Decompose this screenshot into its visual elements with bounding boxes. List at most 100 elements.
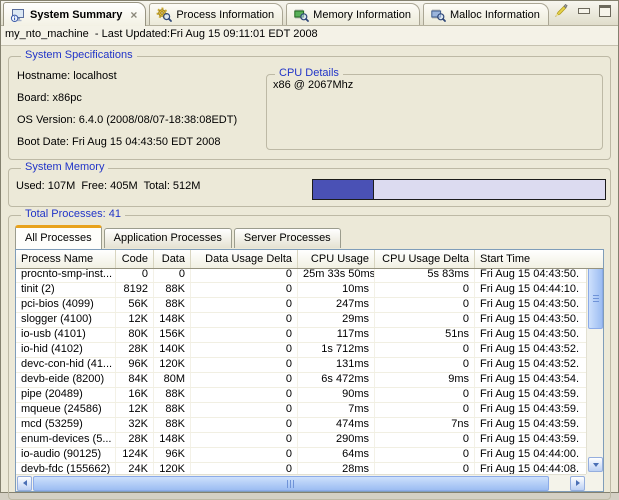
table-cell: Fri Aug 15 04:43:50. [475,328,586,342]
tab-label: Process Information [176,9,274,21]
table-cell: 9ms [375,373,475,387]
table-row[interactable]: procnto-smp-inst...00025m 33s 50ms5s 83m… [16,268,586,283]
malloc-information-icon [430,7,446,23]
vertical-scrollbar-thumb[interactable] [588,267,603,329]
tab-memory-information[interactable]: Memory Information [286,3,420,25]
table-cell: 0 [191,298,298,312]
system-memory-group: System Memory Used: 107M Free: 405M Tota… [8,168,611,207]
table-row[interactable]: devb-eide (8200)84K80M06s 472ms9msFri Au… [16,373,586,388]
highlighter-icon[interactable] [553,3,569,19]
table-cell: 0 [191,373,298,387]
table-cell: 10ms [298,283,375,297]
table-cell: 0 [375,388,475,402]
table-cell: Fri Aug 15 04:43:52. [475,358,586,372]
table-cell: Fri Aug 15 04:43:59. [475,418,586,432]
table-cell: 64ms [298,448,375,462]
table-cell: Fri Aug 15 04:44:00. [475,448,586,462]
table-cell: io-audio (90125) [16,448,116,462]
table-cell: Fri Aug 15 04:43:50. [475,313,586,327]
table-cell: Fri Aug 15 04:43:52. [475,343,586,357]
tab-label: Memory Information [313,9,411,21]
table-cell: 29ms [298,313,375,327]
table-cell: 124K [116,448,154,462]
table-cell: enum-devices (5... [16,433,116,447]
maximize-icon[interactable] [599,5,611,17]
scroll-down-button[interactable] [588,457,603,472]
table-row[interactable]: io-hid (4102)28K140K01s 712ms0Fri Aug 15… [16,343,586,358]
table-cell: 0 [191,433,298,447]
close-icon[interactable]: × [130,10,137,20]
horizontal-scrollbar-thumb[interactable] [33,476,549,491]
hostname-value: Hostname: localhost [17,70,117,82]
column-header-code[interactable]: Code [116,250,154,268]
column-header-data-usage-delta[interactable]: Data Usage Delta [191,250,298,268]
table-cell: 7ms [298,403,375,417]
horizontal-scrollbar[interactable] [16,474,586,491]
table-cell: 148K [154,433,191,447]
table-cell: 88K [154,418,191,432]
table-cell: 24K [116,463,154,474]
table-cell: 51ns [375,328,475,342]
column-header-cpu-usage-delta[interactable]: CPU Usage Delta [375,250,475,268]
cpu-details-group: CPU Details x86 @ 2067Mhz [266,74,603,150]
column-header-start-time[interactable]: Start Time [475,250,603,268]
table-cell: 28K [116,433,154,447]
table-cell: 0 [375,463,475,474]
table-cell: 28K [116,343,154,357]
tab-malloc-information[interactable]: Malloc Information [423,3,549,25]
table-cell: Fri Aug 15 04:43:59. [475,433,586,447]
table-row[interactable]: pci-bios (4099)56K88K0247ms0Fri Aug 15 0… [16,298,586,313]
table-cell: Fri Aug 15 04:44:10. [475,283,586,297]
table-cell: 0 [191,388,298,402]
table-cell: 32K [116,418,154,432]
process-tab-bar: All Processes Application Processes Serv… [15,226,610,248]
column-header-cpu-usage[interactable]: CPU Usage [298,250,375,268]
vertical-scrollbar[interactable] [586,250,603,474]
memory-usage-bar-fill [313,180,374,199]
tab-system-summary[interactable]: System Summary × [3,2,146,26]
table-cell: 131ms [298,358,375,372]
table-cell: 247ms [298,298,375,312]
process-information-icon [156,7,172,23]
table-cell: 0 [191,418,298,432]
column-header-process-name[interactable]: Process Name [16,250,116,268]
table-row[interactable]: enum-devices (5...28K148K0290ms0Fri Aug … [16,433,586,448]
table-cell: 117ms [298,328,375,342]
table-cell: 148K [154,313,191,327]
table-row[interactable]: devb-fdc (155662)24K120K028ms0Fri Aug 15… [16,463,586,474]
table-row[interactable]: tinit (2)819288K010ms0Fri Aug 15 04:44:1… [16,283,586,298]
table-cell: mcd (53259) [16,418,116,432]
view-tab-bar: System Summary × Process Information [1,1,618,26]
tab-process-information[interactable]: Process Information [149,3,283,25]
table-cell: 0 [375,343,475,357]
table-cell: Fri Aug 15 04:43:50. [475,298,586,312]
minimize-icon[interactable] [578,8,590,14]
scroll-left-button[interactable] [17,476,32,491]
table-row[interactable]: io-usb (4101)80K156K0117ms51nsFri Aug 15… [16,328,586,343]
tab-application-processes[interactable]: Application Processes [104,228,232,248]
table-cell: 0 [191,403,298,417]
table-cell: pci-bios (4099) [16,298,116,312]
table-cell: 0 [154,268,191,282]
scroll-right-button[interactable] [570,476,585,491]
cpu-value: x86 @ 2067Mhz [273,79,353,91]
table-row[interactable]: slogger (4100)12K148K029ms0Fri Aug 15 04… [16,313,586,328]
table-cell: 0 [191,448,298,462]
table-cell: 0 [191,328,298,342]
tab-all-processes[interactable]: All Processes [15,225,102,249]
table-cell: 120K [154,463,191,474]
table-row[interactable]: io-audio (90125)124K96K064ms0Fri Aug 15 … [16,448,586,463]
table-row[interactable]: mqueue (24586)12K88K07ms0Fri Aug 15 04:4… [16,403,586,418]
table-cell: 474ms [298,418,375,432]
table-cell: io-hid (4102) [16,343,116,357]
table-row[interactable]: devc-con-hid (41...96K120K0131ms0Fri Aug… [16,358,586,373]
column-header-data[interactable]: Data [154,250,191,268]
table-cell: Fri Aug 15 04:43:50. [475,268,586,282]
table-cell: Fri Aug 15 04:43:59. [475,388,586,402]
table-cell: 0 [191,343,298,357]
table-row[interactable]: pipe (20489)16K88K090ms0Fri Aug 15 04:43… [16,388,586,403]
tab-server-processes[interactable]: Server Processes [234,228,341,248]
table-cell: 88K [154,403,191,417]
table-row[interactable]: mcd (53259)32K88K0474ms7nsFri Aug 15 04:… [16,418,586,433]
table-cell: 80K [116,328,154,342]
